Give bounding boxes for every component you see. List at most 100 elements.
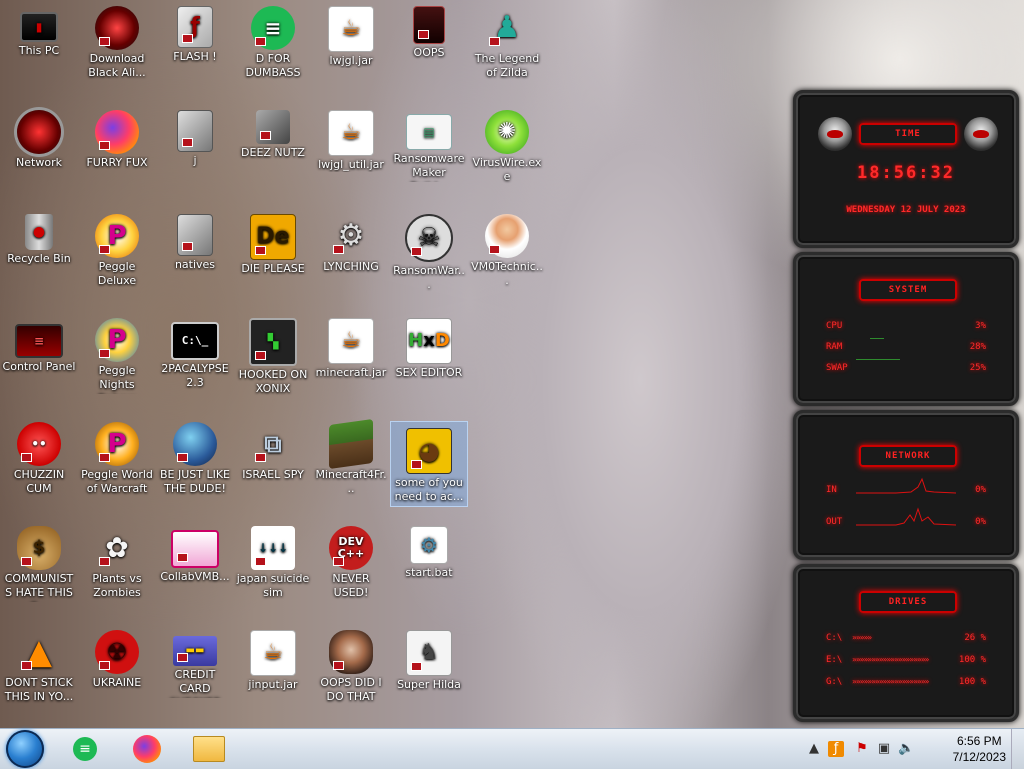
network-tray-icon[interactable]: ▣ bbox=[876, 741, 892, 757]
start-button[interactable] bbox=[6, 730, 44, 768]
desktop-icon-collabvmb[interactable]: CollabVMB... bbox=[156, 520, 234, 620]
desktop-icon-this-pc[interactable]: ▮ This PC bbox=[0, 0, 78, 100]
tray-expand-icon[interactable]: ▲ bbox=[806, 741, 822, 757]
tray-app-icon[interactable]: ƒ bbox=[828, 741, 844, 757]
desktop-icon-oops[interactable]: OOPS bbox=[390, 0, 468, 100]
desktop-icon-vm0technic[interactable]: VM0Technic... bbox=[468, 208, 546, 308]
desktop-icon-communists[interactable]: $ COMMUNISTS HATE THIS G... bbox=[0, 520, 78, 620]
green-document-icon: ≡ bbox=[251, 6, 295, 50]
desktop-icon-d-for-dumbass[interactable]: ≡ D FOR DUMBASS bbox=[234, 0, 312, 100]
skull-icon: ☠ bbox=[405, 214, 453, 262]
desktop-icon-label: DEEZ NUTZ bbox=[241, 146, 305, 159]
green-document-icon: ≡ bbox=[73, 737, 97, 761]
desktop-icon-chuzzin-cum[interactable]: •• CHUZZIN CUM bbox=[0, 416, 78, 516]
desktop-icon-2pacalypse[interactable]: C:\_ 2PACALYPSE 2.3 bbox=[156, 312, 234, 412]
show-desktop-button[interactable] bbox=[1011, 729, 1024, 769]
desktop-icon-super-hilda[interactable]: ♞ Super Hilda bbox=[390, 624, 468, 724]
desktop-icon-viruswire[interactable]: ✺ VirusWire.exe bbox=[468, 104, 546, 204]
desktop-icon-japan-suicide-sim[interactable]: ↓↓↓ japan suicide sim bbox=[234, 520, 312, 620]
desktop-icon-legend-of-zilda[interactable]: ♟ The Legend of Zilda bbox=[468, 0, 546, 100]
desktop-icon-label: CHUZZIN CUM bbox=[13, 468, 65, 495]
volume-icon[interactable]: 🔈 bbox=[898, 741, 914, 757]
shortcut-badge-icon bbox=[255, 351, 266, 360]
network-out-graph bbox=[856, 507, 956, 526]
taskbar-app-firefox[interactable] bbox=[120, 732, 174, 766]
taskbar-app-green-doc[interactable]: ≡ bbox=[58, 732, 112, 766]
desktop-icon-label: lwjgl_util.jar bbox=[318, 158, 384, 171]
desktop-icon-peggle-wow[interactable]: P Peggle World of Warcraft ... bbox=[78, 416, 156, 516]
desktop-icon-start-bat[interactable]: ⚙ start.bat bbox=[390, 520, 468, 620]
desktop-icon-be-just-like-the-dude[interactable]: BE JUST LIKE THE DUDE! bbox=[156, 416, 234, 516]
drive-g-label: G:\ bbox=[826, 677, 843, 687]
shortcut-badge-icon bbox=[99, 245, 110, 254]
desktop-icon-minecraft-jar[interactable]: ☕ minecraft.jar bbox=[312, 312, 390, 412]
desktop-icon-label: OOPS DID I DO THAT bbox=[320, 676, 382, 703]
desktop-icon-lwjgl-jar[interactable]: ☕ lwjgl.jar bbox=[312, 0, 390, 100]
desktop-icon-dont-stick[interactable]: ▲ DONT STICK THIS IN YO... bbox=[0, 624, 78, 724]
shortcut-badge-icon bbox=[177, 453, 188, 462]
radiation-icon: ☢ bbox=[95, 630, 139, 674]
desktop-icon-lwjgl-util-jar[interactable]: ☕ lwjgl_util.jar bbox=[312, 104, 390, 204]
network-out-value: 0% bbox=[975, 517, 986, 527]
desktop-icon-lynching[interactable]: ⚙ LYNCHING bbox=[312, 208, 390, 308]
desktop-icon-download-black-ali[interactable]: Download Black Ali... bbox=[78, 0, 156, 100]
shortcut-badge-icon bbox=[333, 245, 344, 254]
desktop-icon-some-of-you[interactable]: ◕ some of you need to ac... bbox=[390, 421, 468, 507]
desktop-icon-plants-vs-zombies[interactable]: ✿ Plants vs Zombies bbox=[78, 520, 156, 620]
desktop-icon-control-panel[interactable]: ≡ Control Panel bbox=[0, 312, 78, 412]
action-center-icon[interactable]: ⚑ bbox=[854, 741, 870, 757]
desktop-icon-ransomwar[interactable]: ☠ RansomWar... bbox=[390, 208, 468, 308]
desktop-icon-ukraine[interactable]: ☢ UKRAINE bbox=[78, 624, 156, 724]
java-icon: ☕ bbox=[328, 6, 374, 52]
grass-block-icon bbox=[329, 418, 373, 470]
shortcut-badge-icon bbox=[99, 453, 110, 462]
shortcut-badge-icon bbox=[177, 653, 188, 662]
computer-icon: ▮ bbox=[20, 12, 58, 42]
desktop-icon-peggle-nights[interactable]: P Peggle Nights Deluxe bbox=[78, 312, 156, 412]
desktop-icon-oops-did-i-do-that[interactable]: OOPS DID I DO THAT bbox=[312, 624, 390, 724]
taskbar-app-explorer[interactable] bbox=[182, 732, 236, 766]
desktop-icon-jinput-jar[interactable]: ☕ jinput.jar bbox=[234, 624, 312, 724]
desktop-icon-peggle-deluxe[interactable]: P Peggle Deluxe bbox=[78, 208, 156, 308]
desktop-icon-recycle-bin[interactable]: ● Recycle Bin bbox=[0, 208, 78, 308]
desktop-icon-deez-nutz[interactable]: DEEZ NUTZ bbox=[234, 104, 312, 204]
desktop-icon-label: Peggle Deluxe bbox=[97, 260, 137, 287]
desktop-icon-network[interactable]: Network bbox=[0, 104, 78, 204]
desktop-icon-hooked-on-xonix[interactable]: ▚ HOOKED ON XONIX bbox=[234, 312, 312, 412]
shortcut-badge-icon bbox=[411, 247, 422, 256]
clock-time: 6:56 PM bbox=[956, 734, 1002, 748]
desktop-icon-israel-spy[interactable]: ⧉ ISRAEL SPY bbox=[234, 416, 312, 516]
desktop-icon-label: some of you need to ac... bbox=[394, 476, 464, 503]
desktop-icon-label: HOOKED ON XONIX bbox=[238, 368, 308, 395]
shortcut-badge-icon bbox=[99, 349, 110, 358]
shortcut-badge-icon bbox=[21, 453, 32, 462]
desktop-icon-furry-fux[interactable]: FURRY FUX bbox=[78, 104, 156, 204]
desktop-icon-label: Download Black Ali... bbox=[88, 52, 146, 79]
desktop-icon-label: Control Panel bbox=[2, 360, 76, 373]
taskbar-clock[interactable]: 6:56 PM 7/12/2023 bbox=[953, 733, 1006, 765]
recycle-bin-icon: ● bbox=[25, 214, 53, 250]
shortcut-badge-icon bbox=[411, 662, 422, 671]
terminal-icon: C:\_ bbox=[171, 322, 219, 360]
desktop-icon-label: BE JUST LIKE THE DUDE! bbox=[159, 468, 231, 495]
shortcut-badge-icon bbox=[489, 245, 500, 254]
desktop-icon-minecraft4free[interactable]: Minecraft4Fr... bbox=[312, 416, 390, 516]
shortcut-badge-icon bbox=[99, 661, 110, 670]
desktop-icon-credit-card-checker[interactable]: ▬▬ CREDIT CARD CHECKER bbox=[156, 624, 234, 724]
desktop-icon-die-please[interactable]: De DIE PLEASE bbox=[234, 208, 312, 308]
desktop-icon-never-used[interactable]: DEV C++ NEVER USED! bbox=[312, 520, 390, 620]
pixel-dog-icon: ◕ bbox=[406, 428, 452, 474]
desktop-icon-label: NEVER USED! bbox=[332, 572, 370, 599]
shortcut-badge-icon bbox=[255, 453, 266, 462]
desktop-icon-ransomware-maker[interactable]: ▤ Ransomware Maker Build... bbox=[390, 104, 468, 204]
system-monitor-gadget[interactable]: TIME 18:56:32 WEDNESDAY 12 JULY 2023 SYS… bbox=[793, 90, 1019, 722]
desktop-icon-sex-editor[interactable]: HxD SEX EDITOR bbox=[390, 312, 468, 412]
desktop-icon-label: natives bbox=[174, 258, 216, 271]
shortcut-badge-icon bbox=[489, 37, 500, 46]
desktop-icon-natives[interactable]: natives bbox=[156, 208, 234, 308]
flower-icon: ✿ bbox=[95, 526, 139, 570]
shortcut-badge-icon bbox=[255, 37, 266, 46]
shortcut-badge-icon bbox=[333, 661, 344, 670]
desktop-icon-flash[interactable]: ƒ FLASH ! bbox=[156, 0, 234, 100]
desktop-icon-j[interactable]: j bbox=[156, 104, 234, 204]
